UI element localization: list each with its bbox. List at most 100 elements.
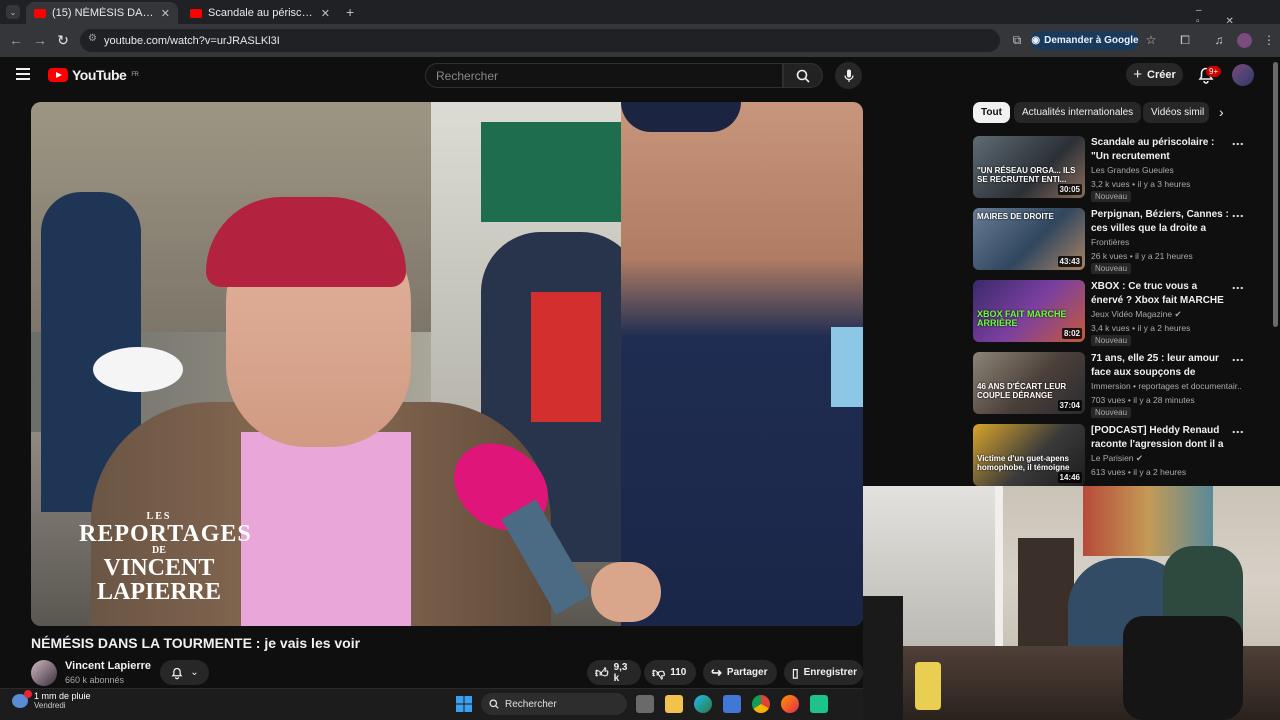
recommendation-channel-row: Jeux Vidéo Magazine ✔ [1091,309,1241,320]
reload-icon[interactable]: ↻ [53,30,73,50]
hamburger-menu-icon[interactable] [16,68,30,80]
new-badge: Nouveau [1091,335,1132,346]
video-player[interactable]: LES REPORTAGES DE VINCENT LAPIERRE [31,102,863,626]
firefox-icon[interactable] [781,695,799,713]
file-explorer-icon[interactable] [665,695,683,713]
chip-all[interactable]: Tout [973,102,1010,123]
recommendation-title: 71 ans, elle 25 : leur amour face aux so… [1091,353,1219,378]
tab-search-icon[interactable]: ⌄ [6,5,20,19]
search-button[interactable] [783,63,823,88]
extensions-icon[interactable]: ⧠ [1176,31,1194,49]
task-view-icon[interactable] [636,695,654,713]
new-badge: Nouveau [1091,263,1132,274]
page-scrollbar[interactable] [1273,62,1278,327]
account-avatar[interactable] [1232,64,1254,86]
profile-avatar[interactable] [1237,33,1252,48]
store-icon[interactable] [723,695,741,713]
more-options-icon[interactable]: ⋮ [1231,282,1245,294]
yellow-container [915,662,941,710]
channel-avatar[interactable] [31,660,57,686]
search-input[interactable]: Rechercher [425,63,783,88]
taskbar-search-label: Rechercher [505,698,557,710]
light-blue-shirt [831,327,863,407]
install-icon[interactable]: ⧉ [1008,31,1026,49]
video-thumbnail: MAIRES DE DROITE 43:43 [973,208,1085,270]
pink-shirt [241,432,411,626]
recommendation-channel: Immersion • reportages et documentair... [1091,381,1241,391]
site-info-icon[interactable]: ⚙ [88,33,97,44]
forward-icon[interactable]: → [30,30,50,50]
url-text: youtube.com/watch?v=urJRASLKl3I [104,34,280,47]
youtube-favicon-icon [34,8,46,18]
tab-close-icon[interactable]: ✕ [321,7,330,20]
recommendation-meta: 3,4 k vues • il y a 2 heures [1091,323,1191,333]
recommendation-item[interactable]: 46 ANS D'ÉCART LEUR COUPLE DÉRANGE 37:04… [973,352,1263,418]
bookmark-icon: ▯ [792,665,799,680]
hand [591,562,661,622]
media-icon[interactable]: ♫ [1210,31,1228,49]
video-thumbnail: "UN RÉSEAU ORGA... ILS SE RECRUTENT ENTI… [973,136,1085,198]
ask-google-button[interactable]: ◉ Demander à Google [1031,31,1139,50]
dislike-button[interactable]: 👎︎ 110 [644,660,696,685]
youtube-logo[interactable]: YouTube FR [48,67,139,83]
thumbnail-text: "UN RÉSEAU ORGA... ILS SE RECRUTENT ENTI… [977,166,1076,184]
video-duration: 30:05 [1057,184,1082,195]
recommendation-item[interactable]: Victime d'un guet-apens homophobe, il té… [973,424,1263,490]
share-label: Partager [726,667,768,678]
more-options-icon[interactable]: ⋮ [1231,354,1245,366]
chip-international-news[interactable]: Actualités internationales [1014,102,1142,123]
voice-search-button[interactable] [835,62,862,89]
back-icon[interactable]: ← [6,30,26,50]
weather-widget[interactable]: 1 mm de pluie Vendredi [12,689,91,710]
watermark-reportages: REPORTAGES [79,521,252,547]
app-icon[interactable] [810,695,828,713]
share-button[interactable]: ↪ Partager [703,660,777,685]
plus-icon: + [1133,66,1142,83]
recommendation-item[interactable]: "UN RÉSEAU ORGA... ILS SE RECRUTENT ENTI… [973,136,1263,202]
tab-close-icon[interactable]: ✕ [161,7,170,20]
create-button[interactable]: + Créer [1126,63,1183,86]
tab-inactive[interactable]: Scandale au périscolaire : "Un recruteme… [182,2,338,24]
recommendation-item[interactable]: XBOX FAIT MARCHE ARRIÈRE 8:02 XBOX : Ce … [973,280,1263,346]
logo-text: YouTube [72,67,127,83]
recommendation-meta: 26 k vues • il y a 21 heures [1091,251,1193,261]
channel-name[interactable]: Vincent Lapierre [65,660,151,672]
save-button[interactable]: ▯ Enregistrer [784,660,863,685]
streamer-webcam [863,486,1280,720]
save-label: Enregistrer [803,667,857,678]
chrome-icon[interactable] [752,695,770,713]
recommendation-meta: 3,2 k vues • il y a 3 heures [1091,179,1191,189]
white-flower [93,347,183,392]
video-thumbnail: XBOX FAIT MARCHE ARRIÈRE 8:02 [973,280,1085,342]
video-duration: 8:02 [1061,328,1082,339]
thumbnail-text: Victime d'un guet-apens homophobe, il té… [977,454,1070,472]
lens-icon: ◉ [1031,35,1041,46]
more-options-icon[interactable]: ⋮ [1231,426,1245,438]
chevron-right-icon[interactable]: › [1219,104,1224,120]
menu-kebab-icon[interactable]: ⋮ [1260,31,1278,49]
video-watermark: LES REPORTAGES DE VINCENT LAPIERRE [79,512,252,605]
windows-start-icon[interactable] [456,696,472,712]
chip-similar-videos[interactable]: Vidéos simil [1143,102,1209,123]
video-duration: 14:46 [1057,472,1082,483]
bookmark-star-icon[interactable]: ☆ [1142,31,1160,49]
recommendation-title: Perpignan, Béziers, Cannes : ces villes … [1091,209,1229,234]
recommendation-channel: Les Grandes Gueules [1091,165,1174,175]
tab-active[interactable]: (15) NÉMÉSIS DANS LA TOURMENTE : je vais… [26,2,178,24]
like-button[interactable]: 👍︎ 9,3 k [587,660,641,685]
verified-check-icon: ✔ [1135,453,1144,463]
more-options-icon[interactable]: ⋮ [1231,138,1245,150]
edge-icon[interactable] [694,695,712,713]
ask-google-label: Demander à Google [1044,35,1139,46]
new-tab-icon[interactable]: + [346,4,354,20]
thumbs-up-icon: 👍︎ [595,664,609,680]
more-options-icon[interactable]: ⋮ [1231,210,1245,222]
video-title: NÉMÉSIS DANS LA TOURMENTE : je vais les … [31,635,361,651]
dislike-count: 110 [670,667,687,678]
gaming-chair [1123,616,1243,720]
url-bar[interactable]: ⚙ youtube.com/watch?v=urJRASLKl3I [80,29,1000,52]
recommendation-item[interactable]: MAIRES DE DROITE 43:43 Perpignan, Bézier… [973,208,1263,274]
subscribed-button[interactable]: ⌄ [160,660,209,685]
new-badge: Nouveau [1091,407,1132,418]
taskbar-search[interactable]: Rechercher [481,693,627,715]
